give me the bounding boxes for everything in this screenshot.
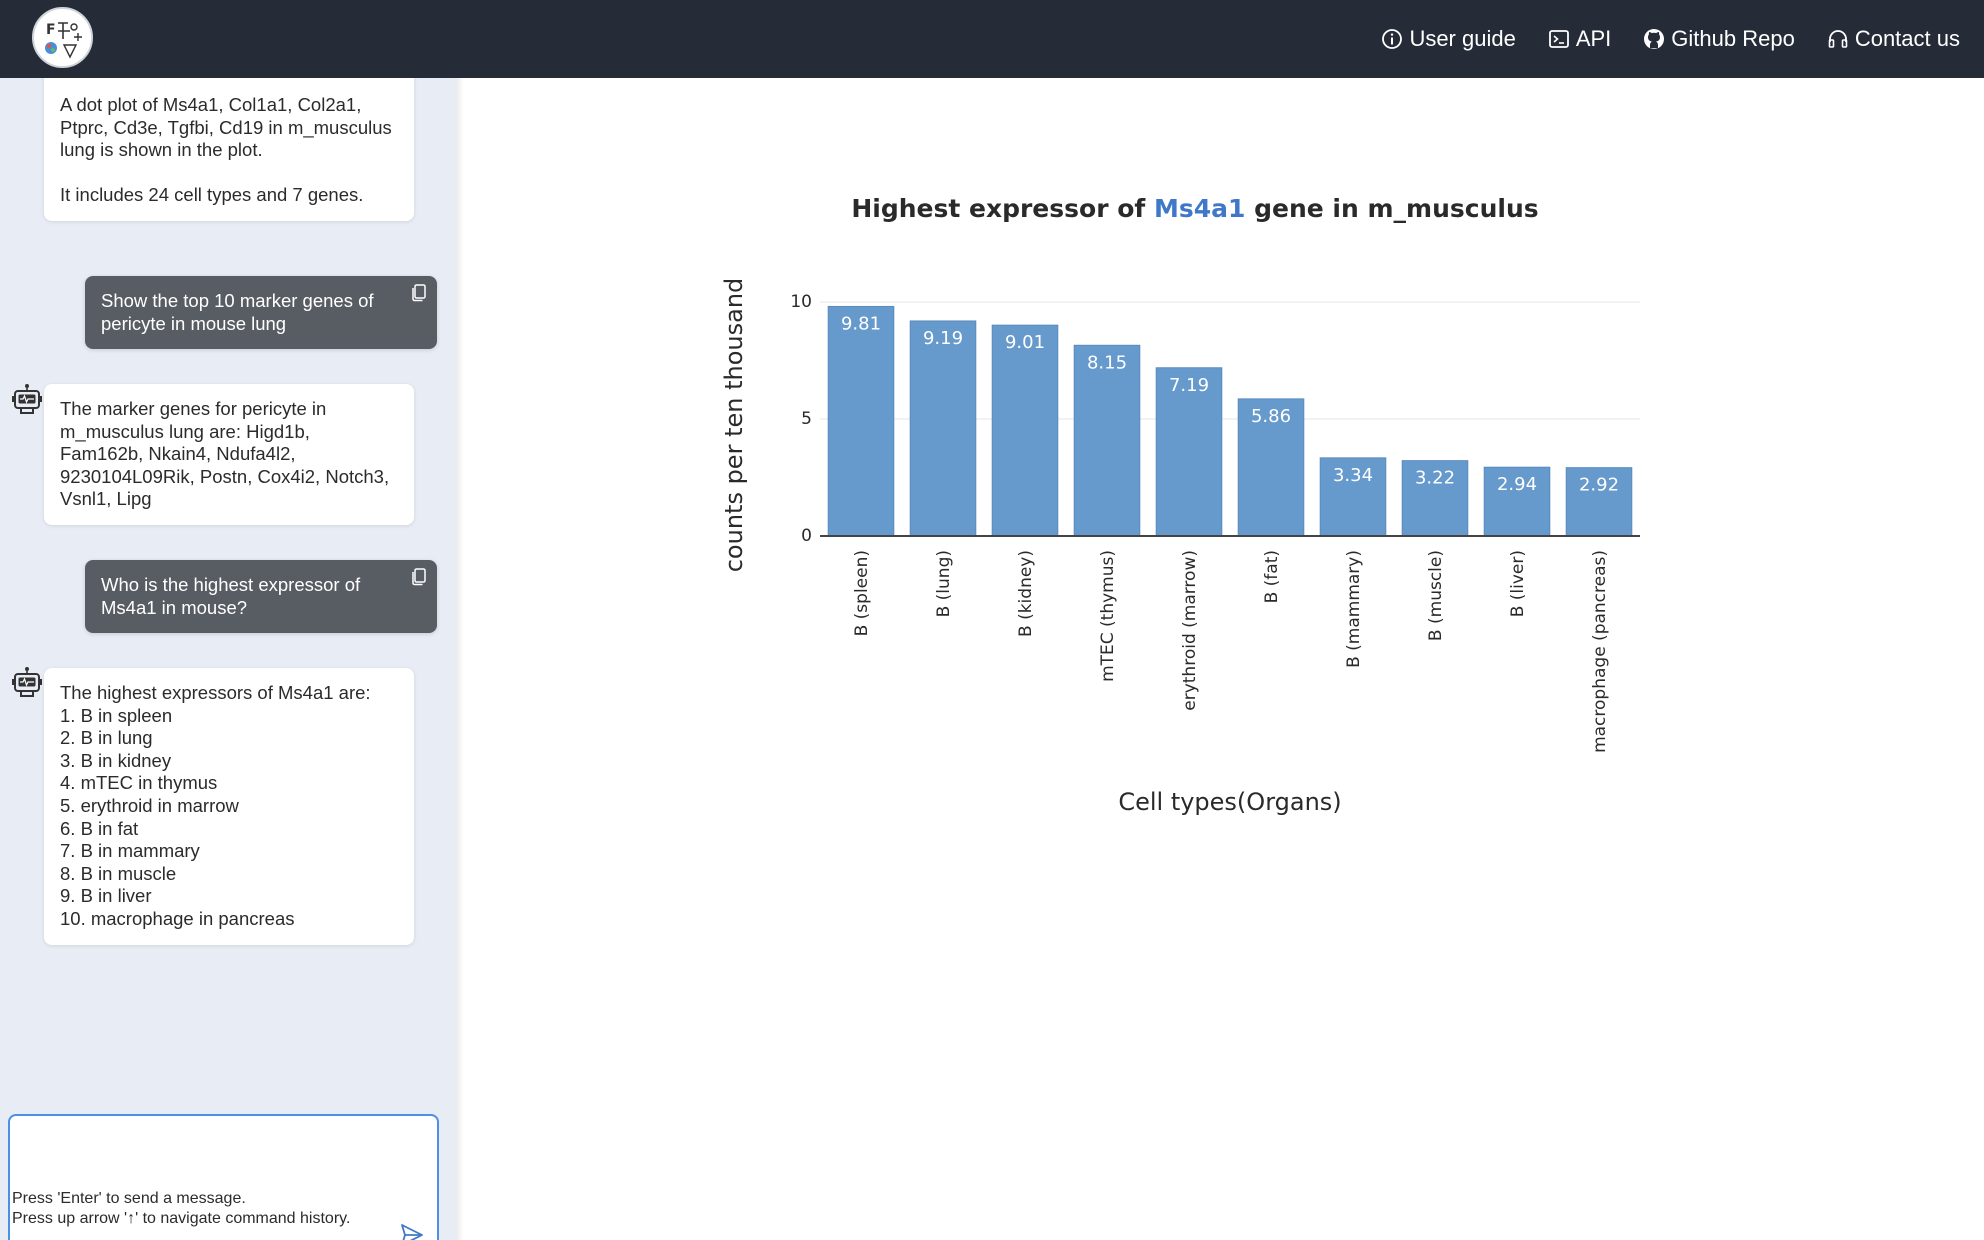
x-tick-label: macrophage (pancreas) — [1590, 550, 1610, 753]
hint-history: Press up arrow '↑' to navigate command h… — [12, 1210, 351, 1227]
bar — [1073, 344, 1141, 537]
bar-data-label: 5.86 — [1251, 406, 1291, 427]
bar-data-label: 3.34 — [1333, 465, 1373, 486]
x-tick-label: mTEC (thymus) — [1098, 550, 1118, 682]
nav-github-repo[interactable]: Github Repo — [1643, 26, 1795, 52]
user-message-marker-genes: Show the top 10 marker genes of pericyte… — [85, 276, 437, 350]
user-message-highest-expressor: Who is the highest expressor of Ms4a1 in… — [85, 560, 437, 634]
nav-github-repo-label: Github Repo — [1671, 26, 1795, 51]
chat-sidebar: A dot plot of Ms4a1, Col1a1, Col2a1, Ptp… — [0, 78, 456, 1240]
bot-message-marker-genes: The marker genes for pericyte in m_muscu… — [44, 384, 414, 525]
bar-data-label: 9.01 — [1005, 332, 1045, 353]
sidebar-divider — [456, 78, 464, 1240]
nav-contact-us[interactable]: Contact us — [1827, 26, 1960, 52]
send-icon[interactable] — [399, 1222, 425, 1240]
app-logo[interactable]: F — [32, 7, 93, 68]
x-tick-label: B (lung) — [934, 550, 954, 617]
x-axis-title: Cell types(Organs) — [1118, 788, 1341, 816]
top-nav: User guide API Github Repo Contact us — [1381, 0, 1960, 78]
y-tick-label: 0 — [801, 526, 812, 546]
y-tick-label: 10 — [790, 292, 812, 312]
github-icon — [1644, 29, 1665, 49]
x-tick-label: B (mammary) — [1344, 550, 1364, 668]
x-tick-label: B (kidney) — [1016, 550, 1036, 637]
y-axis-title: counts per ten thousand — [720, 278, 748, 573]
copy-icon[interactable] — [411, 284, 427, 302]
bar — [827, 305, 895, 537]
nav-api[interactable]: API — [1548, 26, 1611, 52]
bar-data-label: 9.19 — [923, 328, 963, 349]
info-circle-icon — [1382, 29, 1403, 49]
x-tick-label: erythroid (marrow) — [1180, 550, 1200, 711]
bar — [991, 324, 1059, 537]
nav-user-guide[interactable]: User guide — [1381, 26, 1516, 52]
copy-icon[interactable] — [411, 568, 427, 586]
bar-data-label: 2.94 — [1497, 474, 1537, 495]
bar-data-label: 7.19 — [1169, 375, 1209, 396]
robot-avatar-icon — [12, 667, 42, 697]
nav-user-guide-label: User guide — [1409, 26, 1516, 51]
headphones-icon — [1828, 30, 1848, 48]
x-tick-label: B (fat) — [1262, 550, 1282, 603]
bar-data-label: 2.92 — [1579, 475, 1619, 496]
bot-message-highest-expressors: The highest expressors of Ms4a1 are: 1. … — [44, 668, 414, 945]
y-tick-label: 5 — [801, 409, 812, 429]
x-tick-label: B (liver) — [1508, 550, 1528, 617]
bar-data-label: 3.22 — [1415, 468, 1455, 489]
svg-text:F: F — [46, 22, 56, 38]
bar — [909, 320, 977, 537]
nav-contact-us-label: Contact us — [1854, 26, 1960, 51]
bar-data-label: 9.81 — [841, 313, 881, 334]
terminal-icon — [1548, 30, 1569, 48]
bar-data-label: 8.15 — [1087, 352, 1127, 373]
top-navbar: F User guide API Github Repo Contact us — [0, 0, 1984, 78]
user-message-text: Who is the highest expressor of Ms4a1 in… — [101, 574, 361, 618]
expression-chart: Highest expressor of Ms4a1 gene in m_mus… — [700, 170, 1650, 830]
x-tick-label: B (muscle) — [1426, 550, 1446, 641]
bot-message-dot-plot: A dot plot of Ms4a1, Col1a1, Col2a1, Ptp… — [44, 78, 414, 221]
bar-chart-svg: 0 5 10 9.81 B (spleen) 9.19 B (lung) 9.01 B (kid… — [720, 278, 1640, 816]
nav-api-label: API — [1575, 26, 1612, 51]
hint-enter: Press 'Enter' to send a message. — [12, 1190, 246, 1207]
robot-avatar-icon — [12, 384, 42, 414]
user-message-text: Show the top 10 marker genes of pericyte… — [101, 290, 374, 334]
x-tick-label: B (spleen) — [852, 550, 872, 636]
